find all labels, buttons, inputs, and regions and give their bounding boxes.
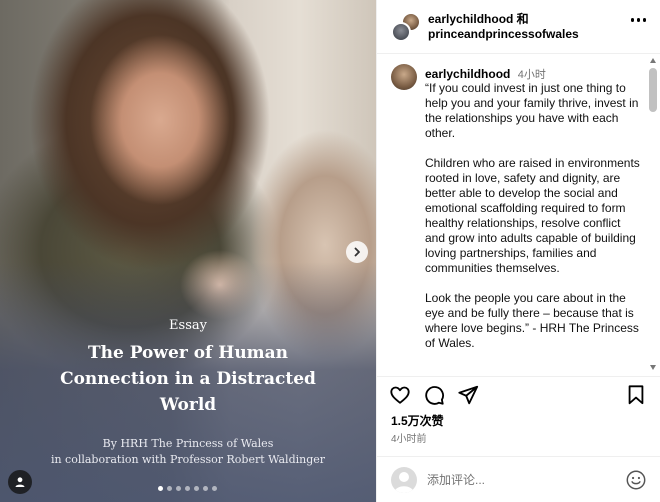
user-tag-icon: [15, 477, 25, 487]
byline-collaborator: in collaboration with Professor Robert W…: [50, 453, 326, 466]
scroll-thumb[interactable]: [649, 68, 657, 112]
byline-author: By HRH The Princess of Wales: [102, 437, 274, 450]
post-timestamp: 4小时前: [391, 434, 427, 445]
avatar: [391, 467, 417, 493]
collab-avatars[interactable]: [391, 12, 421, 42]
carousel-dot: [158, 486, 163, 491]
caption-username[interactable]: earlychildhood: [425, 67, 510, 81]
account-name-2[interactable]: princeandprincessofwales: [428, 27, 579, 42]
heart-icon: [390, 386, 410, 404]
comment-composer: [377, 456, 660, 502]
carousel-dot: [167, 486, 172, 491]
emoji-icon: [626, 470, 646, 490]
account-name-1[interactable]: earlychildhood 和: [428, 12, 579, 27]
post-detail-panel: earlychildhood 和 princeandprincessofwale…: [376, 0, 660, 502]
scroll-down-icon[interactable]: [650, 365, 656, 370]
scroll-up-icon[interactable]: [650, 58, 656, 63]
post-header: earlychildhood 和 princeandprincessofwale…: [377, 0, 660, 54]
likes-count[interactable]: 1.5万次赞: [391, 412, 444, 429]
caption-header: earlychildhood 4小时: [425, 66, 546, 82]
comment-icon: [425, 386, 444, 405]
carousel-dot: [212, 486, 217, 491]
save-button[interactable]: [625, 384, 647, 406]
more-options-button[interactable]: [630, 18, 646, 22]
more-icon: [630, 18, 634, 22]
share-icon: [458, 385, 479, 405]
carousel-dot: [176, 486, 181, 491]
carousel-dot: [185, 486, 190, 491]
caption-text: “If you could invest in just one thing t…: [425, 81, 640, 350]
essay-title: The Power of Human Connection in a Distr…: [60, 343, 316, 415]
essay-kicker: Essay: [169, 318, 207, 333]
caption-time: 4小时: [517, 69, 546, 81]
default-user-icon: [394, 472, 414, 493]
carousel-dot: [203, 486, 208, 491]
user-tags-button[interactable]: [8, 470, 32, 494]
comments-scrollbar[interactable]: [648, 56, 658, 372]
avatar[interactable]: [391, 64, 417, 90]
essay-byline: By HRH The Princess of Wales in collabor…: [0, 436, 376, 468]
collab-accounts[interactable]: earlychildhood 和 princeandprincessofwale…: [428, 12, 579, 42]
carousel-dots: [158, 486, 217, 491]
like-button[interactable]: [389, 384, 411, 406]
comment-input[interactable]: [427, 469, 607, 491]
carousel-dot: [194, 486, 199, 491]
share-button[interactable]: [457, 384, 479, 406]
avatar: [391, 22, 411, 42]
next-slide-button[interactable]: [346, 241, 368, 263]
post-actions: 1.5万次赞 4小时前: [377, 376, 660, 451]
chevron-right-icon: [354, 247, 360, 257]
bookmark-icon: [628, 385, 644, 405]
emoji-button[interactable]: [625, 469, 647, 491]
comments-list[interactable]: earlychildhood 4小时 “If you could invest …: [377, 55, 649, 375]
comment-button[interactable]: [423, 384, 445, 406]
post-media[interactable]: Essay The Power of Human Connection in a…: [0, 0, 376, 502]
